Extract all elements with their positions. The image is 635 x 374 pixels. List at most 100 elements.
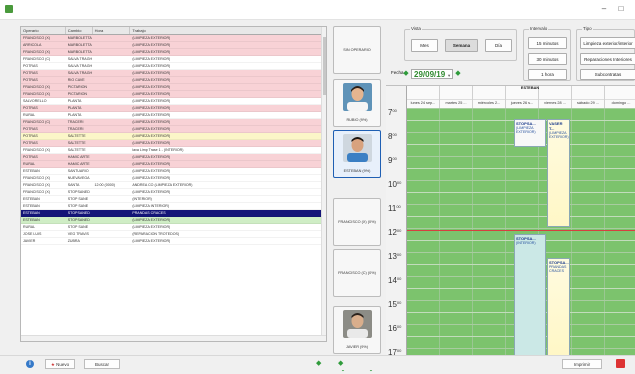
table-row[interactable]: RURAL PLANTA (LIMPIEZA EXTERIOR) bbox=[21, 112, 326, 119]
view-day-button[interactable]: Día bbox=[485, 39, 512, 52]
half-hour-gridline bbox=[407, 168, 635, 169]
worker-button-francisco-c[interactable]: FRANCISCO (C) (0%) bbox=[333, 249, 381, 297]
table-row[interactable]: ESTEBAN STOPSANED PRANDAS CRACES bbox=[21, 210, 326, 217]
table-row[interactable]: SALVORELLO PLANTA (LIMPIEZA EXTERIOR) bbox=[21, 98, 326, 105]
day-header[interactable]: miércoles 2... bbox=[473, 86, 506, 108]
table-row[interactable]: FRANCISCO (X) PICTARION (LIMPIEZA EXTERIOR… bbox=[21, 84, 326, 91]
next-date-arrow-icon[interactable]: ◆ bbox=[454, 69, 462, 79]
table-cell-hora bbox=[93, 105, 131, 111]
col-header-hora[interactable]: Hora bbox=[93, 27, 131, 34]
table-row[interactable]: POTRAS SALVA TRAGH (LIMPIEZA EXTERIOR) bbox=[21, 63, 326, 70]
table-row[interactable]: FRANCISCO (X) SALTETTE lava Limp Trase 1 -… bbox=[21, 147, 326, 154]
interval-60-button[interactable]: 1 hora bbox=[528, 69, 567, 80]
day-column[interactable] bbox=[440, 108, 473, 355]
table-row[interactable]: POTRAS TRACERI (LIMPIEZA EXTERIOR) bbox=[21, 126, 326, 133]
exit-icon[interactable] bbox=[616, 359, 625, 368]
hour-label: 1500 bbox=[388, 300, 402, 309]
new-button[interactable]: ★ Nuevo bbox=[45, 359, 75, 369]
hour-label: 1400 bbox=[388, 276, 402, 285]
table-row[interactable]: ESTEBAN SANTUARIO (LIMPIEZA EXTERIOR) bbox=[21, 168, 326, 175]
worker-button-francisco-x[interactable]: FRANCISCO (X) (0%) bbox=[333, 198, 381, 246]
table-row[interactable]: FRANCISCO (X) PICTARION (LIMPIEZA EXTERIOR… bbox=[21, 91, 326, 98]
table-row[interactable]: FRANCISCO (C) SALVA TRAGH (LIMPIEZA EXTERI… bbox=[21, 56, 326, 63]
table-row[interactable]: ESTEBAN STOP SANE (LIMPIEZA INTERIOR) bbox=[21, 203, 326, 210]
table-row[interactable]: POTRAS PLANTA (LIMPIEZA EXTERIOR) bbox=[21, 105, 326, 112]
dropdown-arrow-icon[interactable]: ▼ bbox=[447, 73, 451, 78]
col-header-operario[interactable]: Operario bbox=[21, 27, 66, 34]
horizontal-scrollbar[interactable] bbox=[21, 335, 326, 341]
table-cell-cambio: PICTARION bbox=[67, 92, 88, 96]
day-column[interactable] bbox=[407, 108, 440, 355]
table-row[interactable]: ESTEBAN STOP SANE (INTERIOR) bbox=[21, 196, 326, 203]
app-icon bbox=[5, 5, 13, 13]
appointment[interactable]: STOPSA... PRANDAS CRACES bbox=[547, 258, 570, 355]
table-cell-trabajo: (LIMPIEZA EXTERIOR) bbox=[132, 92, 171, 96]
day-header[interactable]: lunes 24 sep... bbox=[407, 86, 440, 108]
scroll-thumb[interactable] bbox=[323, 37, 326, 95]
table-cell-cambio: STOP SANE bbox=[67, 197, 89, 201]
worker-button-javier[interactable]: JAVIER (9%) bbox=[333, 306, 381, 354]
day-column[interactable] bbox=[605, 108, 635, 355]
col-header-trabajo[interactable]: Trabajo bbox=[130, 27, 326, 34]
hour-value: 15 bbox=[388, 300, 397, 309]
appointment-text: (LIMPIEZA EXTERIOR) bbox=[516, 126, 536, 134]
table-cell-trabajo: (LIMPIEZA EXTERIOR) bbox=[132, 78, 171, 82]
table-row[interactable]: FRANCISCO (C) TRACERI (LIMPIEZA EXTERIOR) bbox=[21, 119, 326, 126]
col-header-cambio[interactable]: Cambio bbox=[66, 27, 93, 34]
table-cell-op: POTRAS bbox=[23, 141, 38, 145]
info-icon[interactable]: i bbox=[26, 360, 34, 368]
table-cell-hora bbox=[93, 224, 131, 230]
table-cell-op: POTRAS bbox=[23, 134, 38, 138]
worker-button-esteban[interactable]: ESTEBAN (9%) bbox=[333, 130, 381, 178]
maximize-button[interactable]: □ bbox=[614, 3, 628, 15]
vertical-scrollbar[interactable] bbox=[321, 27, 326, 341]
table-row[interactable]: FRANCISCO (X) SANTA 12:00 (0000) ANDREA CO … bbox=[21, 182, 326, 189]
table-row[interactable]: JOSE LUIS VEG TRAVIS (REPARACION TROTEDOS) bbox=[21, 231, 326, 238]
interval-30-button[interactable]: 30 minutos bbox=[528, 53, 567, 65]
appointment[interactable]: STOPSA... (LIMPIEZA EXTERIOR) bbox=[514, 119, 546, 147]
table-row[interactable]: RURAL HAMIC ARTE (LIMPIEZA EXTERIOR) bbox=[21, 161, 326, 168]
type-repairs-button[interactable]: Reparaciones Interiores bbox=[580, 53, 635, 65]
table-row[interactable]: POTRAS RIO CAVE (LIMPIEZA EXTERIOR) bbox=[21, 77, 326, 84]
appointment[interactable]: VASER T... (LIMPIEZA EXTERIOR) bbox=[547, 119, 570, 227]
prev-date-arrow-icon[interactable]: ◆ bbox=[402, 69, 410, 79]
table-row[interactable]: ARRICOLA MARBOLETTA (LIMPIEZA EXTERIOR) bbox=[21, 42, 326, 49]
table-row[interactable]: FRANCISCO (X) NUEVAVEGA (LIMPIEZA EXTERIOR… bbox=[21, 175, 326, 182]
date-picker-field[interactable]: 29/09/19 ▼ bbox=[411, 69, 453, 79]
table-cell-op: FRANCISCO (X) bbox=[23, 176, 50, 180]
table-row[interactable]: ESTEBAN STOPSANED (LIMPIEZA EXTERIOR) bbox=[21, 217, 326, 224]
day-column[interactable] bbox=[473, 108, 506, 355]
table-row[interactable]: POTRAS HAMIC ARTE (LIMPIEZA EXTERIOR) bbox=[21, 154, 326, 161]
table-row[interactable]: POTRAS SALVA TRAGH (LIMPIEZA EXTERIOR) bbox=[21, 70, 326, 77]
new-icon: ★ bbox=[50, 362, 55, 367]
day-header[interactable]: domingo ... bbox=[605, 86, 635, 108]
appointment[interactable]: STOPSA... (INTERIOR) bbox=[514, 234, 546, 355]
next-arrow-icon[interactable]: ◆ bbox=[338, 359, 343, 369]
table-row[interactable]: RURAL STOP SANE (LIMPIEZA EXTERIOR) bbox=[21, 224, 326, 231]
table-cell-trabajo: (LIMPIEZA EXTERIOR) bbox=[132, 106, 171, 110]
type-cleaning-button[interactable]: Limpieza exterior/interior bbox=[580, 37, 635, 49]
view-month-button[interactable]: Mes bbox=[411, 39, 438, 52]
table-row[interactable]: FRANCISCO (X) STOPSANED (LIMPIEZA EXTERIOR… bbox=[21, 189, 326, 196]
prev-arrow-icon[interactable]: ◆ bbox=[316, 359, 321, 369]
table-row[interactable]: JAVIER ZUBRA (LIMPIEZA EXTERIOR) bbox=[21, 238, 326, 245]
day-header[interactable]: sábado 29 ... bbox=[572, 86, 605, 108]
worker-button-rubio[interactable]: RUBIO (9%) bbox=[333, 79, 381, 127]
search-button[interactable]: Buscar bbox=[84, 359, 120, 369]
date-value: 29/09/19 bbox=[414, 70, 446, 79]
minimize-button[interactable]: – bbox=[597, 3, 611, 15]
type-subcontract-button[interactable]: Subcontratas bbox=[580, 69, 635, 80]
table-cell-hora bbox=[93, 77, 131, 83]
table-cell-trabajo: (LIMPIEZA EXTERIOR) bbox=[132, 169, 171, 173]
table-row[interactable]: FRANCISCO (X) MARBOLETTA (LIMPIEZA EXTERIO… bbox=[21, 49, 326, 56]
worker-button-sin-operario[interactable]: SIN OPERARIO bbox=[333, 26, 381, 74]
table-row[interactable]: POTRAS SALTETTE (LIMPIEZA EXTERIOR) bbox=[21, 133, 326, 140]
day-name: jueves 26 s... bbox=[506, 99, 538, 105]
table-row[interactable]: POTRAS SALTETTE (LIMPIEZA EXTERIOR) bbox=[21, 140, 326, 147]
day-header[interactable]: martes 25 ... bbox=[440, 86, 473, 108]
table-row[interactable]: FRANCISCO (X) MARBOLETTA (LIMPIEZA EXTERIO… bbox=[21, 35, 326, 42]
view-week-button[interactable]: Semana bbox=[445, 39, 478, 52]
day-column[interactable] bbox=[572, 108, 605, 355]
print-button[interactable]: Imprimir bbox=[562, 359, 602, 369]
interval-15-button[interactable]: 15 minutos bbox=[528, 37, 567, 49]
